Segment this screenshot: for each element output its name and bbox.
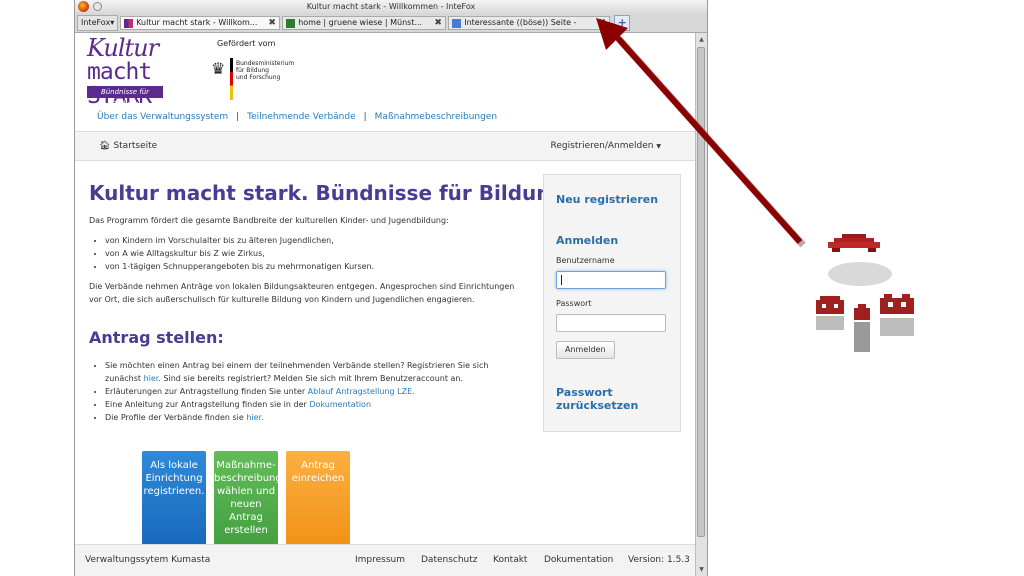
kms-logo[interactable]: Kultur macht STARK Bündnisse für Bildung (87, 36, 199, 108)
tab-gruene-wiese[interactable]: home | gruene wiese | Münst... ✖ (282, 16, 447, 30)
login-heading: Anmelden (556, 234, 619, 247)
caret-down-icon: ▼ (656, 143, 661, 150)
footer-kontakt-link[interactable]: Kontakt (493, 555, 527, 565)
topnav-verwaltungssystem[interactable]: Über das Verwaltungssystem (97, 112, 228, 122)
text-caret (561, 275, 562, 285)
password-input[interactable] (556, 314, 666, 332)
home-link[interactable]: 🏠︎ Startseite (99, 141, 157, 151)
window-minimize-button[interactable] (93, 2, 102, 11)
list-item: Eine Anleitung zur Antragstellung finden… (105, 398, 525, 411)
vertical-scrollbar[interactable]: ▲ ▼ (695, 33, 707, 576)
intro-text: Das Programm fördert die gesamte Bandbre… (89, 216, 449, 225)
scroll-down-icon[interactable]: ▼ (697, 565, 706, 574)
intro-bullet-list: von Kindern im Vorschulalter bis zu älte… (89, 234, 525, 273)
list-item: von 1-tägigen Schnupperangeboten bis zu … (105, 260, 525, 273)
space-invaders-icon (816, 234, 914, 352)
page-viewport: Kultur macht STARK Bündnisse für Bildung… (75, 33, 697, 576)
verbaende-text: Die Verbände nehmen Anträge von lokalen … (89, 282, 515, 304)
antrag-bullet-list: Sie möchten einen Antrag bei einem der t… (89, 359, 525, 424)
register-here-link[interactable]: hier (144, 374, 159, 383)
topnav-verbaende[interactable]: Teilnehmende Verbände (247, 112, 355, 122)
register-link[interactable]: Neu registrieren (556, 193, 658, 206)
close-tab-icon[interactable]: ✖ (597, 17, 607, 29)
dokumentation-link[interactable]: Dokumentation (309, 400, 371, 409)
browser-logo-icon[interactable] (78, 1, 89, 12)
tab-bar: InteFox▾ Kultur macht stark - Willkom...… (75, 14, 707, 33)
app-menu-button[interactable]: InteFox▾ (77, 15, 119, 31)
username-input[interactable] (556, 271, 666, 289)
profiles-here-link[interactable]: hier (246, 413, 261, 422)
main-navbar: 🏠︎ Startseite Registrieren/Anmelden ▼ (75, 131, 697, 161)
reset-password-link[interactable]: Passwort zurücksetzen (556, 386, 638, 412)
username-label: Benutzername (556, 256, 615, 265)
window-titlebar: Kultur macht stark - Willkommen - InteFo… (75, 0, 707, 14)
new-tab-plus-icon[interactable]: + (614, 15, 631, 31)
google-favicon-icon (452, 18, 462, 28)
gw-favicon-icon (286, 18, 296, 28)
login-sidebar: Neu registrieren Anmelden Benutzername P… (543, 174, 681, 432)
browser-window: Kultur macht stark - Willkommen - InteFo… (74, 0, 708, 576)
list-item: von A wie Alltagskultur bis Z wie Zirkus… (105, 247, 525, 260)
kms-favicon-icon (124, 18, 134, 28)
scroll-up-icon[interactable]: ▲ (697, 35, 706, 44)
footer-impressum-link[interactable]: Impressum (355, 555, 405, 565)
footer-dokumentation-link[interactable]: Dokumentation (544, 555, 613, 565)
password-label: Passwort (556, 299, 592, 308)
close-tab-icon[interactable]: ✖ (433, 17, 443, 29)
list-item: Sie möchten einen Antrag bei einem der t… (105, 359, 525, 385)
login-button[interactable]: Anmelden (556, 341, 615, 359)
sponsor-caption: Gefördert vom (217, 39, 276, 48)
page-footer: Verwaltungssytem Kumasta Impressum Daten… (75, 544, 697, 576)
tab-kultur-macht-stark[interactable]: Kultur macht stark - Willkom... ✖ (120, 16, 281, 30)
list-item: Die Profile der Verbände finden sie hier… (105, 411, 525, 424)
eagle-emblem-icon: ♛ (211, 59, 226, 78)
list-item: Erläuterungen zur Antragstellung finden … (105, 385, 525, 398)
tab-interessante-seite[interactable]: Interessante ((böse)) Seite - ✖ (448, 16, 611, 30)
home-icon: 🏠︎ (99, 141, 111, 151)
page-title: Kultur macht stark. Bündnisse für Bildun… (89, 181, 565, 205)
top-navigation: Über das Verwaltungssystem | Teilnehmende … (97, 112, 498, 122)
footer-system-name: Verwaltungssytem Kumasta (85, 555, 211, 565)
german-flag-bar (230, 58, 233, 100)
scrollbar-thumb[interactable] (697, 47, 705, 537)
register-login-dropdown[interactable]: Registrieren/Anmelden ▼ (551, 141, 661, 151)
close-tab-icon[interactable]: ✖ (267, 17, 277, 29)
topnav-massnahmen[interactable]: Maßnahmebeschreibungen (375, 112, 497, 122)
ministry-name: Bundesministerium für Bildung und Forsch… (236, 60, 295, 81)
footer-version: Version: 1.5.3 (628, 555, 690, 565)
list-item: von Kindern im Vorschulalter bis zu älte… (105, 234, 525, 247)
window-title: Kultur macht stark - Willkommen - InteFo… (306, 2, 476, 11)
ablauf-antragstellung-link[interactable]: Ablauf Antragstellung LZE. (308, 387, 415, 396)
antrag-heading: Antrag stellen: (89, 328, 224, 347)
footer-datenschutz-link[interactable]: Datenschutz (421, 555, 478, 565)
